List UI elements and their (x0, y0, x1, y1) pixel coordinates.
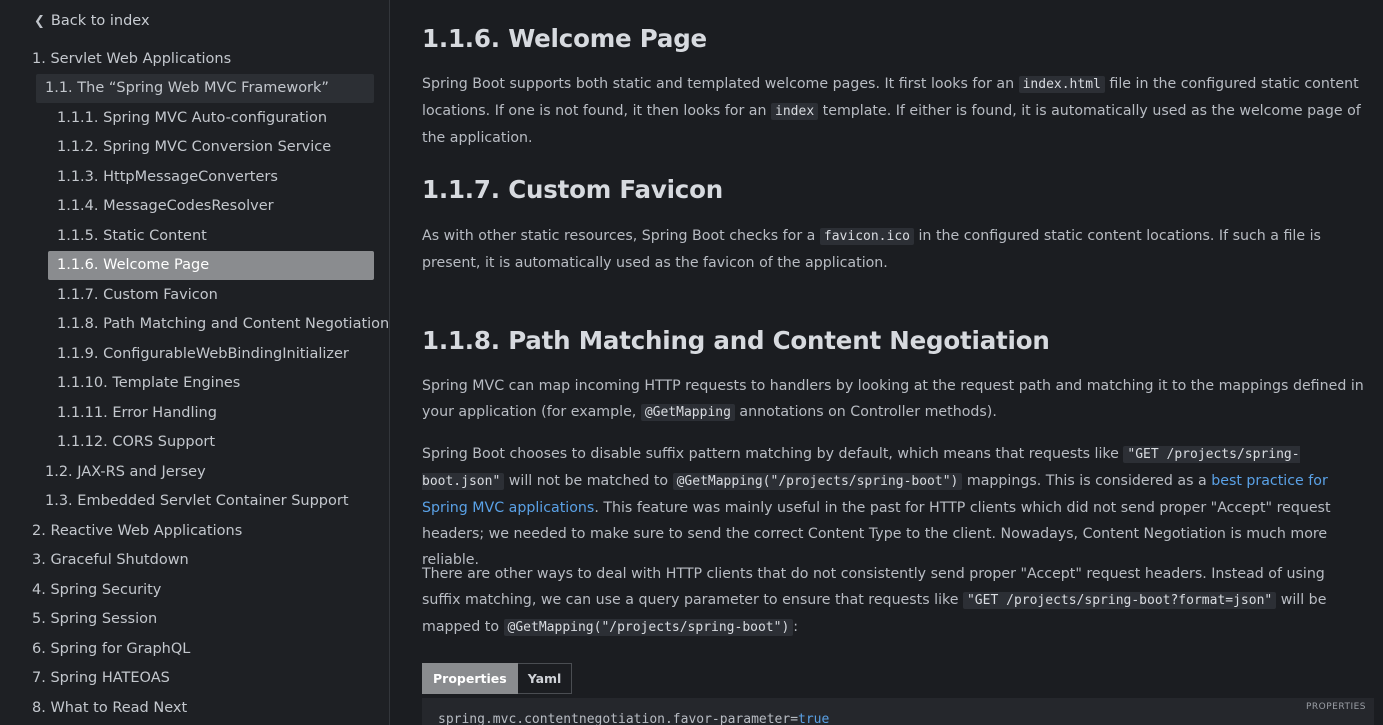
heading-path-matching: 1.1.8. Path Matching and Content Negotia… (422, 326, 1050, 355)
toc-item[interactable]: 1.3. Embedded Servlet Container Support (36, 487, 349, 516)
pathmatch-paragraph-3: There are other ways to deal with HTTP c… (422, 566, 1327, 636)
toc-sidebar: ❮ Back to index 1. Servlet Web Applicati… (0, 0, 390, 725)
toc-item[interactable]: 8. What to Read Next (24, 693, 187, 722)
tab-yaml[interactable]: Yaml (517, 663, 573, 694)
pathmatch-paragraph-1: Spring MVC can map incoming HTTP request… (422, 378, 1364, 421)
toc-item[interactable]: 2. Reactive Web Applications (24, 516, 242, 545)
code-line: spring.mvc.contentnegotiation.favor-para… (438, 712, 830, 725)
toc-item[interactable]: 1.1.7. Custom Favicon (48, 280, 218, 309)
back-to-index-link[interactable]: ❮ Back to index (34, 10, 150, 32)
code-get-format-json: "GET /projects/spring-boot?format=json" (962, 592, 1277, 609)
pathmatch-paragraph-2: Spring Boot chooses to disable suffix pa… (422, 446, 1331, 568)
main-content: 1.1.6. Welcome Page Spring Boot supports… (391, 0, 1383, 725)
favicon-paragraph: As with other static resources, Spring B… (422, 228, 1321, 271)
toc-item[interactable]: 1.1. The “Spring Web MVC Framework” (36, 73, 374, 103)
chevron-left-icon: ❮ (34, 13, 45, 29)
welcome-paragraph: Spring Boot supports both static and tem… (422, 76, 1361, 146)
tab-properties[interactable]: Properties (422, 663, 518, 694)
code-getmapping-path: @GetMapping("/projects/spring-boot") (672, 473, 963, 490)
toc-item[interactable]: 1.1.12. CORS Support (48, 428, 215, 457)
toc-item[interactable]: 1.1.1. Spring MVC Auto-configuration (48, 103, 327, 132)
toc-item[interactable]: 5. Spring Session (24, 605, 157, 634)
toc-item[interactable]: 1. Servlet Web Applications (24, 44, 231, 73)
toc-item[interactable]: 1.1.10. Template Engines (48, 369, 240, 398)
toc-item[interactable]: 6. Spring for GraphQL (24, 634, 190, 663)
toc-item[interactable]: 1.1.8. Path Matching and Content Negotia… (48, 310, 389, 339)
code-getmapping: @GetMapping (640, 404, 735, 421)
toc-item[interactable]: 4. Spring Security (24, 575, 161, 604)
code-favicon-ico: favicon.ico (819, 228, 914, 245)
toc-item[interactable]: 1.1.5. Static Content (48, 221, 207, 250)
toc-item[interactable]: 1.1.4. MessageCodesResolver (48, 192, 274, 221)
code-tabs: Properties Yaml (422, 663, 573, 694)
toc-item[interactable]: 1.1.2. Spring MVC Conversion Service (48, 133, 331, 162)
back-to-index-label: Back to index (50, 13, 150, 29)
heading-custom-favicon: 1.1.7. Custom Favicon (422, 175, 723, 204)
toc-item[interactable]: 3. Graceful Shutdown (24, 546, 189, 575)
toc-item[interactable]: 1.1.11. Error Handling (48, 398, 217, 427)
code-language-label: PROPERTIES (1305, 702, 1366, 712)
toc-item[interactable]: 7. Spring HATEOAS (24, 664, 170, 693)
code-index-html: index.html (1018, 76, 1105, 93)
toc-item[interactable]: 1.1.9. ConfigurableWebBindingInitializer (48, 339, 349, 368)
toc-item[interactable]: 1.1.6. Welcome Page (48, 250, 374, 280)
toc-item[interactable]: 1.2. JAX-RS and Jersey (36, 457, 206, 486)
heading-welcome-page: 1.1.6. Welcome Page (422, 24, 707, 53)
code-getmapping-path-2: @GetMapping("/projects/spring-boot") (503, 619, 794, 636)
toc-item[interactable]: 1.1.3. HttpMessageConverters (48, 162, 278, 191)
code-block: PROPERTIES spring.mvc.contentnegotiation… (422, 698, 1374, 725)
code-index: index (771, 103, 819, 120)
